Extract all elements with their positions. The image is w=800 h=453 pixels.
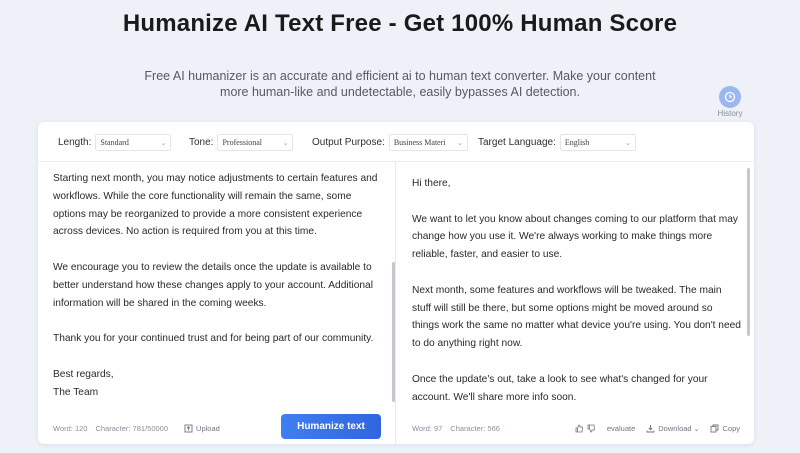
download-label: Download <box>658 424 692 433</box>
output-purpose-select[interactable]: Business Materi ⌄ <box>388 134 468 151</box>
input-paragraph: The Team <box>53 386 99 398</box>
output-char-count: Character: 566 <box>450 424 500 433</box>
tone-select[interactable]: Professional ⌄ <box>217 134 294 151</box>
copy-icon <box>711 424 719 433</box>
output-text: Hi there, We want to let you know about … <box>412 175 742 407</box>
input-char-count: Character: 781/50000 <box>95 424 169 433</box>
input-stats: Word: 120 Character: 781/50000 Upload <box>53 424 228 433</box>
output-stats: Word: 97 Character: 566 <box>412 424 508 433</box>
input-paragraph: Thank you for your continued trust and f… <box>53 333 374 345</box>
humanizer-card: Length: Standard ⌄ Tone: Professional ⌄ … <box>38 122 754 444</box>
output-paragraph: Once the update's out, take a look to se… <box>412 373 708 403</box>
output-purpose-value: Business Materi <box>393 138 446 147</box>
history-button[interactable]: History <box>714 86 746 118</box>
evaluate-group: evaluate <box>575 424 635 433</box>
output-pane: Hi there, We want to let you know about … <box>396 162 754 444</box>
length-label: Length: <box>58 137 92 148</box>
copy-button[interactable]: Copy <box>710 424 740 433</box>
thumbs-up-icon[interactable] <box>575 424 584 433</box>
target-language-select[interactable]: English ⌄ <box>559 134 636 151</box>
history-label: History <box>717 109 743 118</box>
input-scrollbar[interactable] <box>392 262 395 402</box>
upload-icon <box>184 424 193 433</box>
input-paragraph: Best regards, <box>53 368 114 380</box>
page-subtitle: Free AI humanizer is an accurate and eff… <box>130 68 670 100</box>
humanize-text-button[interactable]: Humanize text <box>281 414 381 439</box>
upload-label: Upload <box>196 424 220 433</box>
chevron-down-icon: ⌄ <box>160 138 167 147</box>
target-language-value: English <box>564 138 590 147</box>
download-icon <box>646 425 655 433</box>
tone-label: Tone: <box>189 137 214 148</box>
output-paragraph: We want to let you know about changes co… <box>412 213 738 261</box>
output-scrollbar[interactable] <box>747 168 750 336</box>
length-select[interactable]: Standard ⌄ <box>95 134 172 151</box>
output-paragraph: Next month, some features and workflows … <box>412 284 741 350</box>
page-title: Humanize AI Text Free - Get 100% Human S… <box>122 10 678 37</box>
input-word-count: Word: 120 <box>53 424 88 433</box>
evaluate-label: evaluate <box>606 424 636 433</box>
chevron-down-icon: ⌄ <box>624 138 631 147</box>
tone-option: Tone: Professional ⌄ <box>189 134 294 151</box>
chevron-down-icon: ⌄ <box>456 138 463 147</box>
download-button[interactable]: Download ⌄ <box>646 424 699 433</box>
length-value: Standard <box>100 138 129 147</box>
copy-label: Copy <box>722 424 740 433</box>
thumbs-down-icon[interactable] <box>587 424 596 433</box>
tone-value: Professional <box>222 138 263 147</box>
options-toolbar: Length: Standard ⌄ Tone: Professional ⌄ … <box>38 122 754 162</box>
chevron-down-icon: ⌄ <box>693 425 700 433</box>
target-language-option: Target Language: English ⌄ <box>478 134 636 151</box>
subtitle-line-1: Free AI humanizer is an accurate and eff… <box>144 69 656 83</box>
chevron-down-icon: ⌄ <box>282 138 289 147</box>
output-actions: evaluate Download ⌄ Copy <box>564 424 740 433</box>
input-pane: Starting next month, you may notice adju… <box>38 162 396 444</box>
output-paragraph: Hi there, <box>412 178 451 189</box>
history-icon <box>719 86 741 108</box>
input-paragraph: Starting next month, you may notice adju… <box>53 173 378 238</box>
target-language-label: Target Language: <box>478 137 556 148</box>
upload-button[interactable]: Upload <box>184 424 228 433</box>
length-option: Length: Standard ⌄ <box>58 134 172 151</box>
output-purpose-option: Output Purpose: Business Materi ⌄ <box>312 134 468 151</box>
input-textarea[interactable]: Starting next month, you may notice adju… <box>53 170 383 406</box>
subtitle-line-2: more human-like and undetectable, easily… <box>220 85 580 99</box>
input-paragraph: We encourage you to review the details o… <box>53 261 373 309</box>
output-word-count: Word: 97 <box>412 424 443 433</box>
output-purpose-label: Output Purpose: <box>312 137 385 148</box>
